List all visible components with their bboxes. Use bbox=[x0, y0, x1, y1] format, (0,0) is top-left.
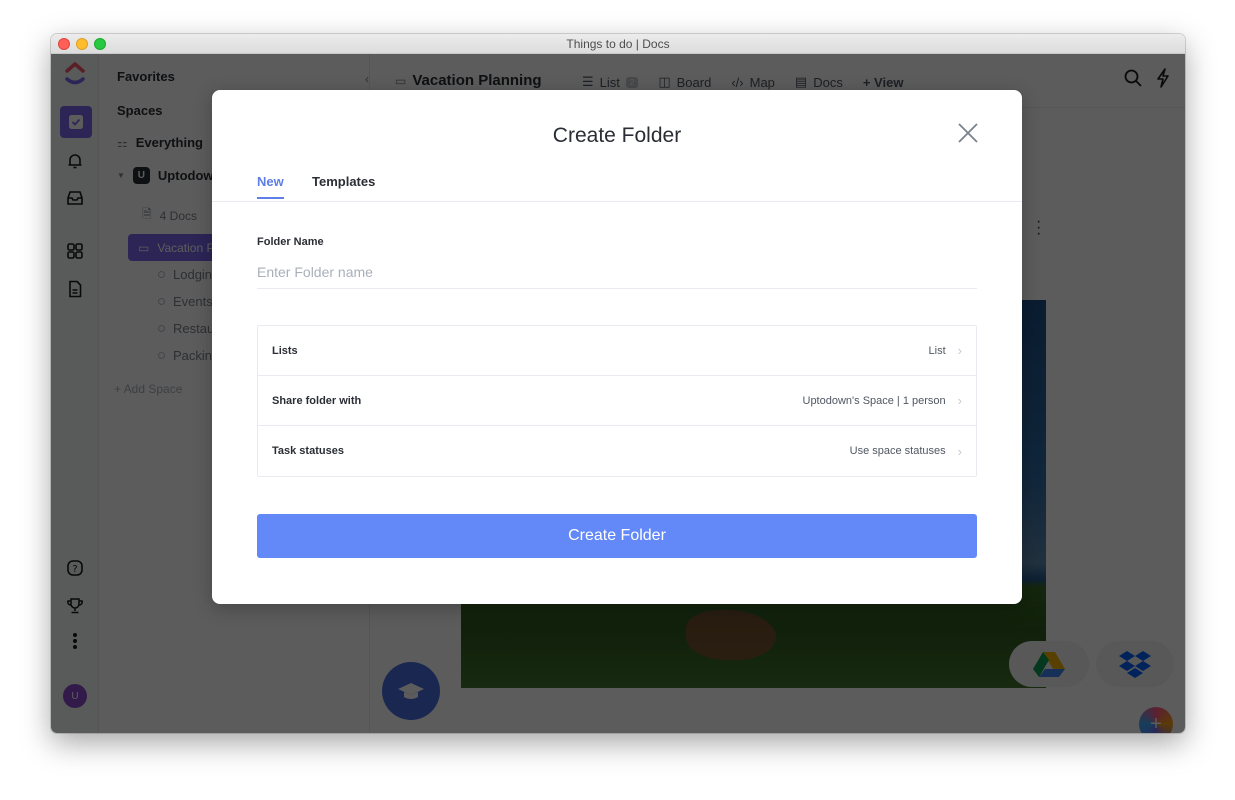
option-label: Task statuses bbox=[272, 445, 344, 457]
option-lists[interactable]: Lists List › bbox=[258, 326, 976, 376]
create-folder-dialog: Create Folder New Templates Folder Name … bbox=[212, 90, 1022, 604]
tab-templates[interactable]: Templates bbox=[312, 174, 375, 197]
close-dialog-button[interactable] bbox=[956, 121, 980, 145]
close-icon bbox=[958, 123, 978, 143]
chevron-right-icon: › bbox=[957, 443, 962, 459]
option-value: Uptodown's Space | 1 person bbox=[802, 394, 946, 407]
window-title: Things to do | Docs bbox=[566, 37, 670, 51]
option-value: List bbox=[928, 344, 946, 357]
create-folder-button[interactable]: Create Folder bbox=[257, 514, 977, 558]
folder-name-label: Folder Name bbox=[257, 236, 324, 248]
tab-new[interactable]: New bbox=[257, 174, 284, 199]
option-task-statuses[interactable]: Task statuses Use space statuses › bbox=[258, 426, 976, 476]
chevron-right-icon: › bbox=[957, 343, 962, 358]
option-value: Use space statuses bbox=[849, 445, 946, 457]
option-share-folder-with[interactable]: Share folder with Uptodown's Space | 1 p… bbox=[258, 376, 976, 426]
folder-name-input[interactable] bbox=[257, 256, 977, 289]
title-bar: Things to do | Docs bbox=[51, 34, 1185, 54]
app-window: Things to do | Docs ? bbox=[51, 34, 1185, 733]
chevron-right-icon: › bbox=[957, 393, 962, 408]
dialog-tabs: New Templates bbox=[212, 170, 1022, 202]
option-label: Lists bbox=[272, 344, 298, 357]
option-label: Share folder with bbox=[272, 394, 362, 407]
folder-options: Lists List › Share folder with Uptodown's… bbox=[257, 325, 977, 477]
dialog-title: Create Folder bbox=[552, 124, 682, 147]
